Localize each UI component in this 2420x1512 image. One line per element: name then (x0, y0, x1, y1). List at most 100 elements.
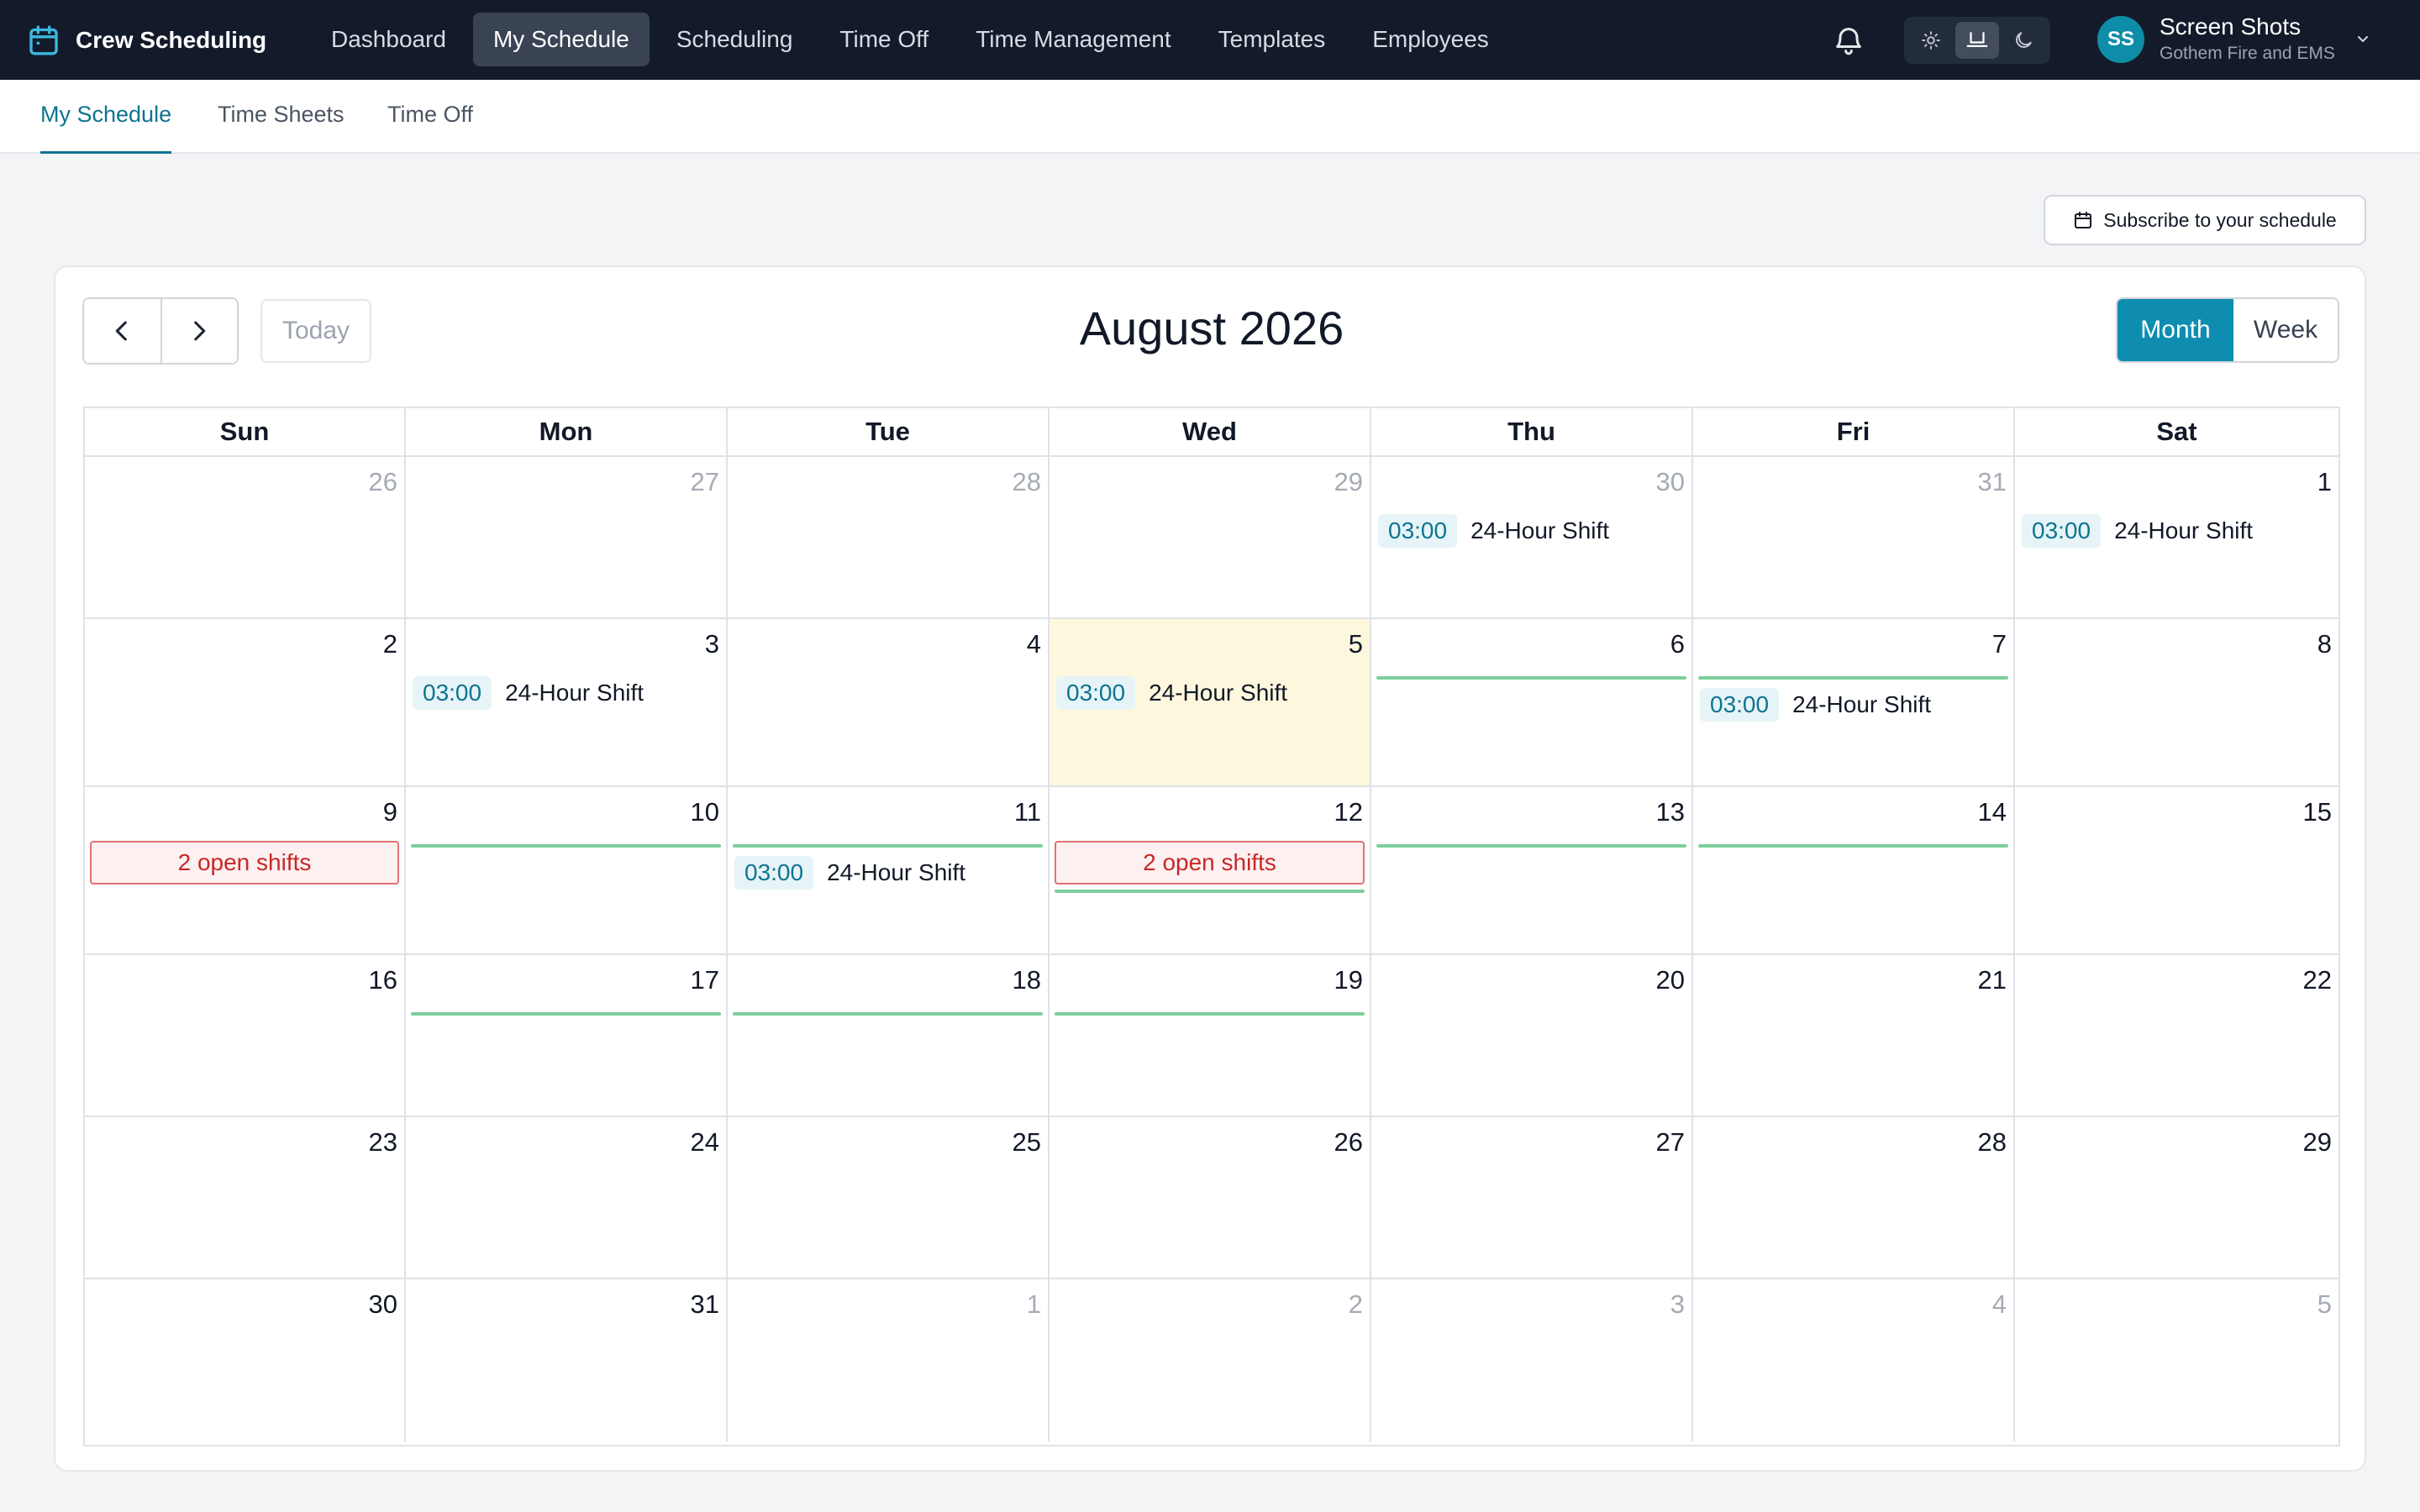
day-cell[interactable]: 27 (1371, 1117, 1693, 1279)
day-cell[interactable]: 26 (1050, 1117, 1371, 1279)
nav-templates[interactable]: Templates (1198, 13, 1346, 66)
shift-time: 03:00 (1700, 688, 1780, 722)
day-cell[interactable]: 29 (2015, 1117, 2338, 1279)
subscribe-label: Subscribe to your schedule (2103, 208, 2337, 231)
day-number: 1 (1026, 1289, 1041, 1319)
day-cell[interactable]: 23 (85, 1117, 406, 1279)
nav-my-schedule[interactable]: My Schedule (472, 13, 650, 66)
nav-employees[interactable]: Employees (1352, 13, 1509, 66)
nav-time-off[interactable]: Time Off (819, 13, 949, 66)
day-cell[interactable]: 3 (1371, 1279, 1693, 1441)
day-cell[interactable]: 25 (728, 1117, 1050, 1279)
day-number: 23 (368, 1127, 397, 1157)
calendar-card: Today August 2026 Month Week Sun Mon Tue We… (54, 265, 2366, 1472)
coverage-indicator (1376, 844, 1686, 848)
coverage-indicator (1055, 890, 1365, 893)
coverage-indicator (733, 844, 1043, 848)
shift-event[interactable]: 03:00 24-Hour Shift (1056, 675, 1287, 711)
day-cell[interactable]: 14 (1693, 787, 2015, 955)
tab-time-off[interactable]: Time Off (387, 80, 473, 154)
day-cell[interactable]: 31 (406, 1279, 728, 1441)
tab-time-sheets[interactable]: Time Sheets (218, 80, 345, 154)
day-number: 26 (1334, 1127, 1363, 1157)
theme-dark-button[interactable] (2002, 22, 2045, 59)
day-cell[interactable]: 11 03:00 24-Hour Shift (728, 787, 1050, 955)
user-organization: Gothem Fire and EMS (2160, 44, 2335, 63)
day-cell[interactable]: 10 (406, 787, 728, 955)
day-cell[interactable]: 30 (85, 1279, 406, 1441)
day-number: 21 (1977, 965, 2007, 995)
day-number: 7 (1991, 629, 2007, 659)
chevron-down-icon[interactable] (2353, 29, 2373, 49)
day-cell[interactable]: 17 (406, 955, 728, 1117)
day-cell[interactable]: 4 (1693, 1279, 2015, 1441)
nav-time-management[interactable]: Time Management (955, 13, 1191, 66)
day-cell[interactable]: 28 (1693, 1117, 2015, 1279)
month-view-button[interactable]: Month (2118, 299, 2233, 361)
shift-event[interactable]: 03:00 24-Hour Shift (2022, 512, 2253, 549)
day-cell[interactable]: 1 (728, 1279, 1050, 1441)
day-cell[interactable]: 30 03:00 24-Hour Shift (1371, 457, 1693, 619)
day-cell[interactable]: 3 03:00 24-Hour Shift (406, 619, 728, 787)
main-nav: Dashboard My Schedule Scheduling Time Of… (311, 12, 1516, 67)
weekday-label: Mon (406, 408, 728, 455)
app-name: Crew Scheduling (76, 26, 267, 53)
coverage-indicator (411, 844, 721, 848)
nav-dashboard[interactable]: Dashboard (311, 13, 466, 66)
day-cell[interactable]: 20 (1371, 955, 1693, 1117)
shift-event[interactable]: 03:00 24-Hour Shift (1378, 512, 1609, 549)
day-cell[interactable]: 19 (1050, 955, 1371, 1117)
shift-event[interactable]: 03:00 24-Hour Shift (1700, 686, 1931, 723)
day-number: 3 (704, 629, 719, 659)
day-cell[interactable]: 22 (2015, 955, 2338, 1117)
avatar[interactable]: SS (2097, 16, 2144, 63)
open-shifts-badge[interactable]: 2 open shifts (1055, 841, 1365, 885)
day-cell[interactable]: 4 (728, 619, 1050, 787)
day-cell[interactable]: 12 2 open shifts (1050, 787, 1371, 955)
day-number: 3 (1670, 1289, 1685, 1319)
theme-toggle (1904, 17, 2050, 64)
tab-my-schedule[interactable]: My Schedule (40, 80, 172, 154)
day-cell[interactable]: 28 (728, 457, 1050, 619)
shift-title: 24-Hour Shift (1470, 517, 1610, 543)
theme-light-button[interactable] (1909, 22, 1953, 59)
week-view-button[interactable]: Week (2233, 299, 2338, 361)
day-cell[interactable]: 26 (85, 457, 406, 619)
day-cell[interactable]: 1 03:00 24-Hour Shift (2015, 457, 2338, 619)
day-cell[interactable]: 9 2 open shifts (85, 787, 406, 955)
day-cell[interactable]: 31 (1693, 457, 2015, 619)
day-number: 1 (2317, 467, 2332, 496)
day-cell[interactable]: 2 (1050, 1279, 1371, 1441)
shift-event[interactable]: 03:00 24-Hour Shift (413, 675, 644, 711)
day-cell[interactable]: 16 (85, 955, 406, 1117)
day-number: 31 (1977, 467, 2007, 496)
weekday-label: Wed (1050, 408, 1371, 455)
nav-scheduling[interactable]: Scheduling (656, 13, 813, 66)
day-cell[interactable]: 13 (1371, 787, 1693, 955)
day-cell[interactable]: 2 (85, 619, 406, 787)
view-toggle: Month Week (2116, 297, 2339, 363)
theme-system-button[interactable] (1955, 22, 1999, 59)
day-cell[interactable]: 6 (1371, 619, 1693, 787)
day-number: 8 (2317, 629, 2332, 659)
day-number: 27 (1655, 1127, 1685, 1157)
shift-event[interactable]: 03:00 24-Hour Shift (734, 854, 965, 891)
day-cell[interactable]: 24 (406, 1117, 728, 1279)
day-cell[interactable]: 8 (2015, 619, 2338, 787)
bell-icon[interactable] (1832, 24, 1865, 57)
day-cell[interactable]: 18 (728, 955, 1050, 1117)
subscribe-button[interactable]: Subscribe to your schedule (2044, 195, 2366, 245)
day-cell[interactable]: 15 (2015, 787, 2338, 955)
app-brand[interactable]: Crew Scheduling (27, 0, 266, 80)
day-cell[interactable]: 5 (2015, 1279, 2338, 1441)
day-number: 13 (1655, 797, 1685, 827)
user-name[interactable]: Screen Shots (2160, 13, 2301, 40)
day-cell[interactable]: 29 (1050, 457, 1371, 619)
day-cell[interactable]: 5 03:00 24-Hour Shift (1050, 619, 1371, 787)
day-number: 5 (1348, 629, 1363, 659)
open-shifts-badge[interactable]: 2 open shifts (90, 841, 399, 885)
day-cell[interactable]: 7 03:00 24-Hour Shift (1693, 619, 2015, 787)
shift-title: 24-Hour Shift (2114, 517, 2254, 543)
day-cell[interactable]: 27 (406, 457, 728, 619)
day-cell[interactable]: 21 (1693, 955, 2015, 1117)
